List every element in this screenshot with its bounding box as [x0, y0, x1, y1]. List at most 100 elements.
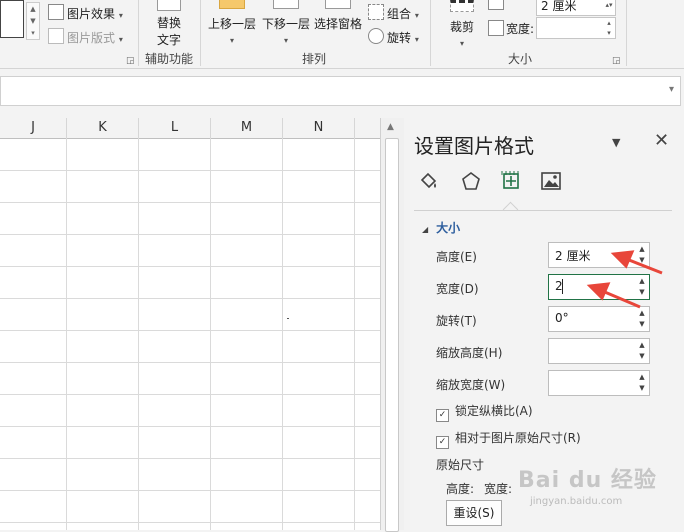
- width-input[interactable]: 2 ▲ ▼: [548, 274, 650, 300]
- rotation-spinner-icon[interactable]: ▲ ▼: [636, 308, 648, 330]
- chevron-down-icon: ▾: [414, 11, 419, 20]
- rotation-input[interactable]: 0° ▲ ▼: [548, 306, 650, 332]
- grid-column-line: [354, 138, 355, 530]
- grid-row-line: [0, 234, 380, 235]
- grid-column-line: [138, 138, 139, 530]
- group-label-accessibility: 辅助功能: [144, 52, 193, 66]
- crop-button[interactable]: 裁剪 ▾: [440, 0, 484, 48]
- column-header-k[interactable]: K: [67, 118, 139, 139]
- grid-row-line: [0, 330, 380, 331]
- ribbon-divider: [626, 0, 627, 66]
- bring-forward-button[interactable]: 上移一层 ▾: [206, 0, 258, 45]
- picture-icon[interactable]: [540, 170, 562, 192]
- grid-row-line: [0, 490, 380, 491]
- column-header-m[interactable]: M: [211, 118, 283, 139]
- size-dialog-launcher[interactable]: ◲: [612, 56, 621, 66]
- picture-layout-button[interactable]: 图片版式 ▾: [48, 28, 123, 46]
- checkmark-icon: ✓: [436, 409, 449, 422]
- scale-height-spinner-icon[interactable]: ▲ ▼: [636, 340, 648, 362]
- spinner-icon[interactable]: ▴▾: [603, 0, 615, 15]
- alt-text-icon: [157, 0, 181, 11]
- effects-icon[interactable]: [460, 170, 482, 192]
- scale-width-label: 缩放宽度(W): [436, 378, 506, 392]
- watermark-logo: Bai du 经验: [518, 468, 657, 493]
- group-label-size: 大小: [507, 52, 532, 66]
- rotation-label: 旋转(T): [436, 314, 477, 328]
- scale-height-label: 缩放高度(H): [436, 346, 503, 360]
- height-input[interactable]: 2 厘米 ▲ ▼: [548, 242, 650, 268]
- width-icon: [488, 20, 504, 36]
- vertical-scrollbar[interactable]: ▲: [380, 118, 405, 532]
- selection-pane-icon: [325, 0, 351, 9]
- ribbon: ▲ ▼ ▾ 图片效果 ▾ 图片版式 ▾ ◲ 替换 文字 辅助功能 上移一层 ▾ 下移…: [0, 0, 684, 69]
- ribbon-height-input[interactable]: 2 厘米 ▴▾: [536, 0, 616, 16]
- picture-effects-icon: [48, 4, 64, 20]
- picture-style-thumbnail[interactable]: [0, 0, 24, 38]
- chevron-down-icon: ▾: [283, 36, 288, 45]
- height-spinner-icon[interactable]: ▲ ▼: [636, 244, 648, 266]
- original-size-label: 原始尺寸: [436, 458, 485, 472]
- ribbon-width-label: 宽度:: [506, 22, 535, 36]
- original-width-label: 宽度:: [484, 482, 513, 496]
- styles-scroll[interactable]: ▲ ▼ ▾: [26, 2, 40, 40]
- pane-options-icon[interactable]: ▼: [612, 136, 620, 149]
- grid-row-line: [0, 426, 380, 427]
- rotate-icon: [368, 28, 384, 44]
- grid-column-line: [66, 138, 67, 530]
- group-button[interactable]: 组合 ▾: [368, 4, 419, 22]
- fill-line-icon[interactable]: [418, 170, 440, 192]
- spinner-icon[interactable]: ▴▾: [603, 18, 615, 38]
- rotate-button[interactable]: 旋转 ▾: [368, 28, 419, 46]
- pane-title: 设置图片格式: [414, 134, 534, 158]
- tab-divider: [414, 210, 672, 211]
- size-properties-icon[interactable]: [500, 170, 522, 192]
- grid-row-line: [0, 266, 380, 267]
- watermark-url: jingyan.baidu.com: [530, 496, 623, 507]
- width-spinner-icon[interactable]: ▲ ▼: [636, 276, 648, 298]
- grid-column-line: [210, 138, 211, 530]
- picture-effects-button[interactable]: 图片效果 ▾: [48, 4, 123, 22]
- ribbon-width-input[interactable]: ▴ ▾: [536, 17, 616, 39]
- picture-layout-icon: [48, 28, 64, 44]
- reset-button[interactable]: 重设(S): [446, 500, 502, 526]
- chevron-down-icon: ▾: [459, 39, 464, 48]
- lock-aspect-checkbox[interactable]: ✓ 锁定纵横比(A): [436, 402, 533, 422]
- text-cursor: [562, 279, 563, 294]
- grid-row-line: [0, 202, 380, 203]
- scroll-up-icon[interactable]: ▲: [387, 122, 394, 132]
- alt-text-button[interactable]: 替换 文字: [146, 0, 192, 48]
- grid-row-line: [0, 170, 380, 171]
- chevron-down-icon: ▾: [118, 11, 123, 20]
- worksheet-grid[interactable]: J K L M N: [0, 118, 380, 530]
- scale-width-input[interactable]: ▲ ▼: [548, 370, 650, 396]
- grid-row-line: [0, 394, 380, 395]
- cell-mark: [287, 318, 289, 319]
- scale-width-spinner-icon[interactable]: ▲ ▼: [636, 372, 648, 394]
- styles-dialog-launcher[interactable]: ◲: [126, 56, 135, 66]
- close-icon[interactable]: ✕: [654, 130, 669, 151]
- column-header-l[interactable]: L: [139, 118, 211, 139]
- original-height-label: 高度:: [446, 482, 475, 496]
- bring-forward-icon: [219, 0, 245, 9]
- selection-pane-button[interactable]: 选择窗格: [312, 0, 364, 32]
- column-header-o[interactable]: [355, 118, 380, 139]
- collapse-triangle-icon: ◢: [422, 225, 429, 234]
- send-backward-icon: [273, 0, 299, 9]
- formula-bar[interactable]: ▾: [0, 76, 681, 106]
- relative-original-checkbox[interactable]: ✓ 相对于图片原始尺寸(R): [436, 429, 581, 449]
- column-header-n[interactable]: N: [283, 118, 355, 139]
- height-icon: [488, 0, 504, 10]
- height-label: 高度(E): [436, 250, 477, 264]
- section-size-header[interactable]: ◢ 大小: [422, 219, 460, 236]
- chevron-down-icon[interactable]: ▾: [669, 84, 674, 95]
- send-backward-button[interactable]: 下移一层 ▾: [260, 0, 312, 45]
- scale-height-input[interactable]: ▲ ▼: [548, 338, 650, 364]
- chevron-down-icon: ▾: [118, 35, 123, 44]
- crop-icon: [450, 0, 474, 12]
- grid-row-line: [0, 298, 380, 299]
- checkmark-icon: ✓: [436, 436, 449, 449]
- column-header-j[interactable]: J: [0, 118, 67, 139]
- grid-row-line: [0, 522, 380, 523]
- scrollbar-thumb[interactable]: [385, 138, 399, 532]
- grid-row-line: [0, 362, 380, 363]
